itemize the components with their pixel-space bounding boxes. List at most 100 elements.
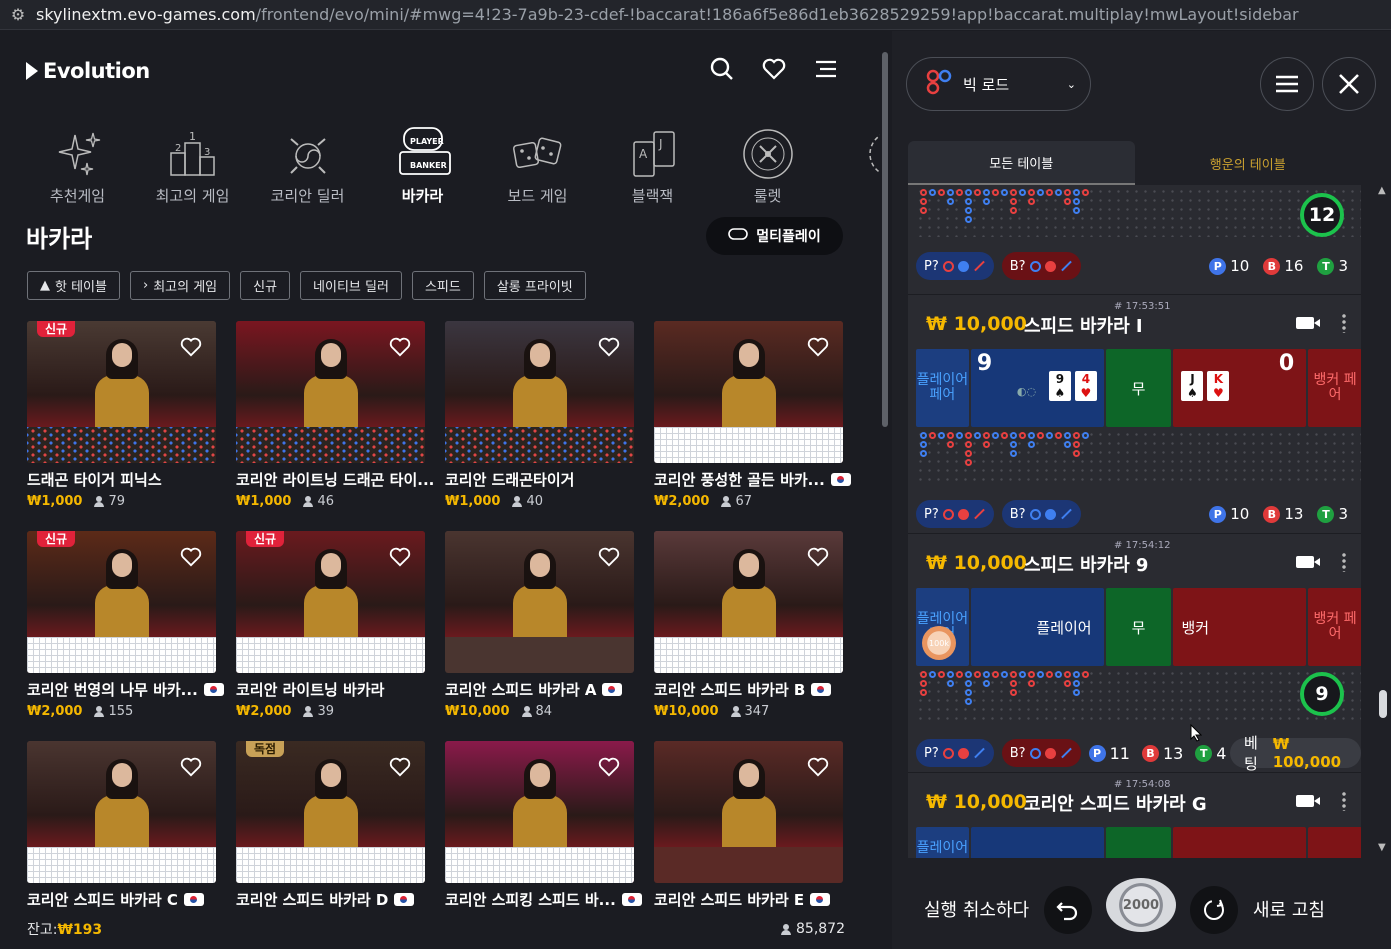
table-thumbnail[interactable]: 신규 [27,531,216,673]
filter-top-games[interactable]: › 최고의 게임 [129,271,231,300]
table-card[interactable]: 코리안 스피드 바카라 A ₩10,000 84 [445,531,634,721]
favorite-heart-icon[interactable] [180,757,202,777]
favorite-heart-icon[interactable] [389,337,411,357]
table-card[interactable]: 신규 코리안 라이트닝 바카라 ₩2,000 39 [236,531,425,721]
favorite-heart-icon[interactable] [389,757,411,777]
sidebar-menu-button[interactable] [1260,57,1314,111]
filter-native-dealer[interactable]: 네이티브 딜러 [300,271,402,300]
table-section-1[interactable]: 12 P? B? P 10 B 16 T3 [908,185,1361,295]
table-card[interactable]: 코리안 드래곤타이거 ₩1,000 40 [445,321,634,511]
banker-pair-spot[interactable]: 뱅커 페어 [1308,588,1361,666]
table-card[interactable]: 코리안 풍성한 골든 바카... ₩2,000 67 [654,321,851,511]
road-selector[interactable]: 빅 로드 ⌄ [906,57,1091,111]
banker-pair-spot[interactable]: 뱅커 페어 [1308,349,1361,427]
tie-spot[interactable]: 무 [1105,588,1172,666]
table-thumbnail[interactable] [654,741,843,883]
favorite-heart-icon[interactable] [180,337,202,357]
table-thumbnail[interactable] [445,531,634,673]
category-top-games[interactable]: 1 2 3 최고의 게임 [135,123,250,206]
more-options-icon[interactable] [1342,791,1346,811]
lobby-scrollbar-thumb[interactable] [882,52,888,427]
evolution-logo[interactable]: Evolution [26,59,150,83]
camera-icon[interactable] [1296,317,1320,329]
category-blackjack[interactable]: A J 블랙잭 [595,123,710,206]
sidebar-scrollbar[interactable]: ▲ ▼ [1378,185,1388,853]
favorite-heart-icon[interactable] [598,757,620,777]
table-thumbnail[interactable]: 독점 [236,741,425,883]
favorite-heart-icon[interactable] [598,547,620,567]
player-pair-spot[interactable]: 플레이어 페어100k [916,588,969,666]
more-options-icon[interactable] [1342,552,1346,572]
category-board-games[interactable]: 보드 게임 [480,123,595,206]
table-card[interactable]: 코리안 스피드 바카라 B ₩10,000 347 [654,531,843,721]
site-settings-icon[interactable]: ⚙ [0,5,36,24]
close-button[interactable] [1322,57,1376,111]
category-roulette[interactable]: 룰렛 [710,123,825,206]
more-options-icon[interactable] [1342,313,1346,333]
favorites-heart-icon[interactable] [762,57,786,81]
filter-new[interactable]: 신규 [240,271,291,300]
player-prediction[interactable]: P? [916,252,994,280]
favorite-heart-icon[interactable] [807,757,829,777]
table-card[interactable]: 독점 코리안 스피드 바카라 D [236,741,425,931]
tab-lucky-tables[interactable]: 행운의 테이블 [1135,141,1362,185]
category-baccarat[interactable]: PLAYER BANKER 바카라 [365,123,480,206]
player-pair-spot[interactable]: 플레이어 [916,827,969,859]
table-card[interactable]: 코리안 스피킹 스피드 바... [445,741,642,931]
table-card[interactable]: 신규 코리안 번영의 나무 바카... ₩2,000 155 [27,531,224,721]
scroll-down-icon[interactable]: ▼ [1378,842,1386,853]
table-thumbnail[interactable] [654,531,843,673]
table-thumbnail[interactable]: 신규 [27,321,216,463]
table-section-korean-speed-baccarat-g[interactable]: # 17:54:08 ₩ 10,000 코리안 스피드 바카라 G 플레이어 [908,772,1361,859]
chip-selector[interactable]: 2000 [1106,878,1176,932]
camera-icon[interactable] [1296,556,1320,568]
banker-spot[interactable] [1173,827,1307,859]
table-thumbnail[interactable] [445,321,634,463]
table-thumbnail[interactable] [27,741,216,883]
browser-url-bar[interactable]: ⚙ skylinextm.evo-games.com/frontend/evo/… [0,0,1391,30]
favorite-heart-icon[interactable] [180,547,202,567]
multiplay-button[interactable]: 멀티플레이 [706,217,843,255]
player-prediction[interactable]: P? [916,739,994,767]
favorite-heart-icon[interactable] [807,547,829,567]
table-thumbnail[interactable] [445,741,634,883]
category-game[interactable]: 게임 [825,123,880,206]
rebet-button[interactable] [1190,886,1238,934]
player-prediction[interactable]: P? [916,500,994,528]
player-spot[interactable]: 9 ◐◌ 9 ♠ 4 ♥ [970,349,1104,427]
category-korean-dealer[interactable]: 코리안 딜러 [250,123,365,206]
table-section-speed-baccarat-i[interactable]: # 17:53:51 ₩ 10,000 스피드 바카라 I 플레이어 페어 9 … [908,294,1361,534]
filter-speed[interactable]: 스피드 [411,271,474,300]
table-card[interactable]: 신규 드래곤 타이거 피닉스 ₩1,000 79 [27,321,216,511]
tab-all-tables[interactable]: 모든 테이블 [908,141,1135,185]
favorite-heart-icon[interactable] [389,547,411,567]
banker-pair-spot[interactable] [1308,827,1361,859]
table-thumbnail[interactable] [236,321,425,463]
table-section-speed-baccarat-9[interactable]: # 17:54:12 ₩ 10,000 스피드 바카라 9 플레이어 페어100… [908,533,1361,773]
tie-spot[interactable]: 무 [1105,349,1172,427]
table-thumbnail[interactable]: 신규 [236,531,425,673]
favorite-heart-icon[interactable] [598,337,620,357]
player-spot[interactable] [970,827,1104,859]
table-card[interactable]: 코리안 라이트닝 드래곤 타이... ₩1,000 46 [236,321,434,511]
category-recommended[interactable]: 추천게임 [20,123,135,206]
camera-icon[interactable] [1296,795,1320,807]
banker-spot[interactable]: 뱅커 [1173,588,1307,666]
tie-spot[interactable] [1105,827,1172,859]
player-pair-spot[interactable]: 플레이어 페어 [916,349,969,427]
menu-icon[interactable] [814,57,838,81]
lobby-scrollbar[interactable] [882,40,889,940]
scroll-up-icon[interactable]: ▲ [1378,185,1386,196]
banker-prediction[interactable]: B? [1001,739,1081,767]
undo-button[interactable] [1044,886,1092,934]
table-card[interactable]: 코리안 스피드 바카라 E [654,741,843,931]
player-spot[interactable]: 플레이어 [970,588,1104,666]
sidebar-scrollbar-thumb[interactable] [1379,690,1387,718]
banker-spot[interactable]: J ♠ K ♥ 0 [1173,349,1307,427]
banker-prediction[interactable]: B? [1001,500,1081,528]
search-icon[interactable] [710,57,734,81]
filter-hot-tables[interactable]: ▲ 핫 테이블 [27,271,120,300]
table-card[interactable]: 코리안 스피드 바카라 C [27,741,216,931]
table-thumbnail[interactable] [654,321,843,463]
filter-salon-prive[interactable]: 살롱 프라이빗 [483,271,586,300]
